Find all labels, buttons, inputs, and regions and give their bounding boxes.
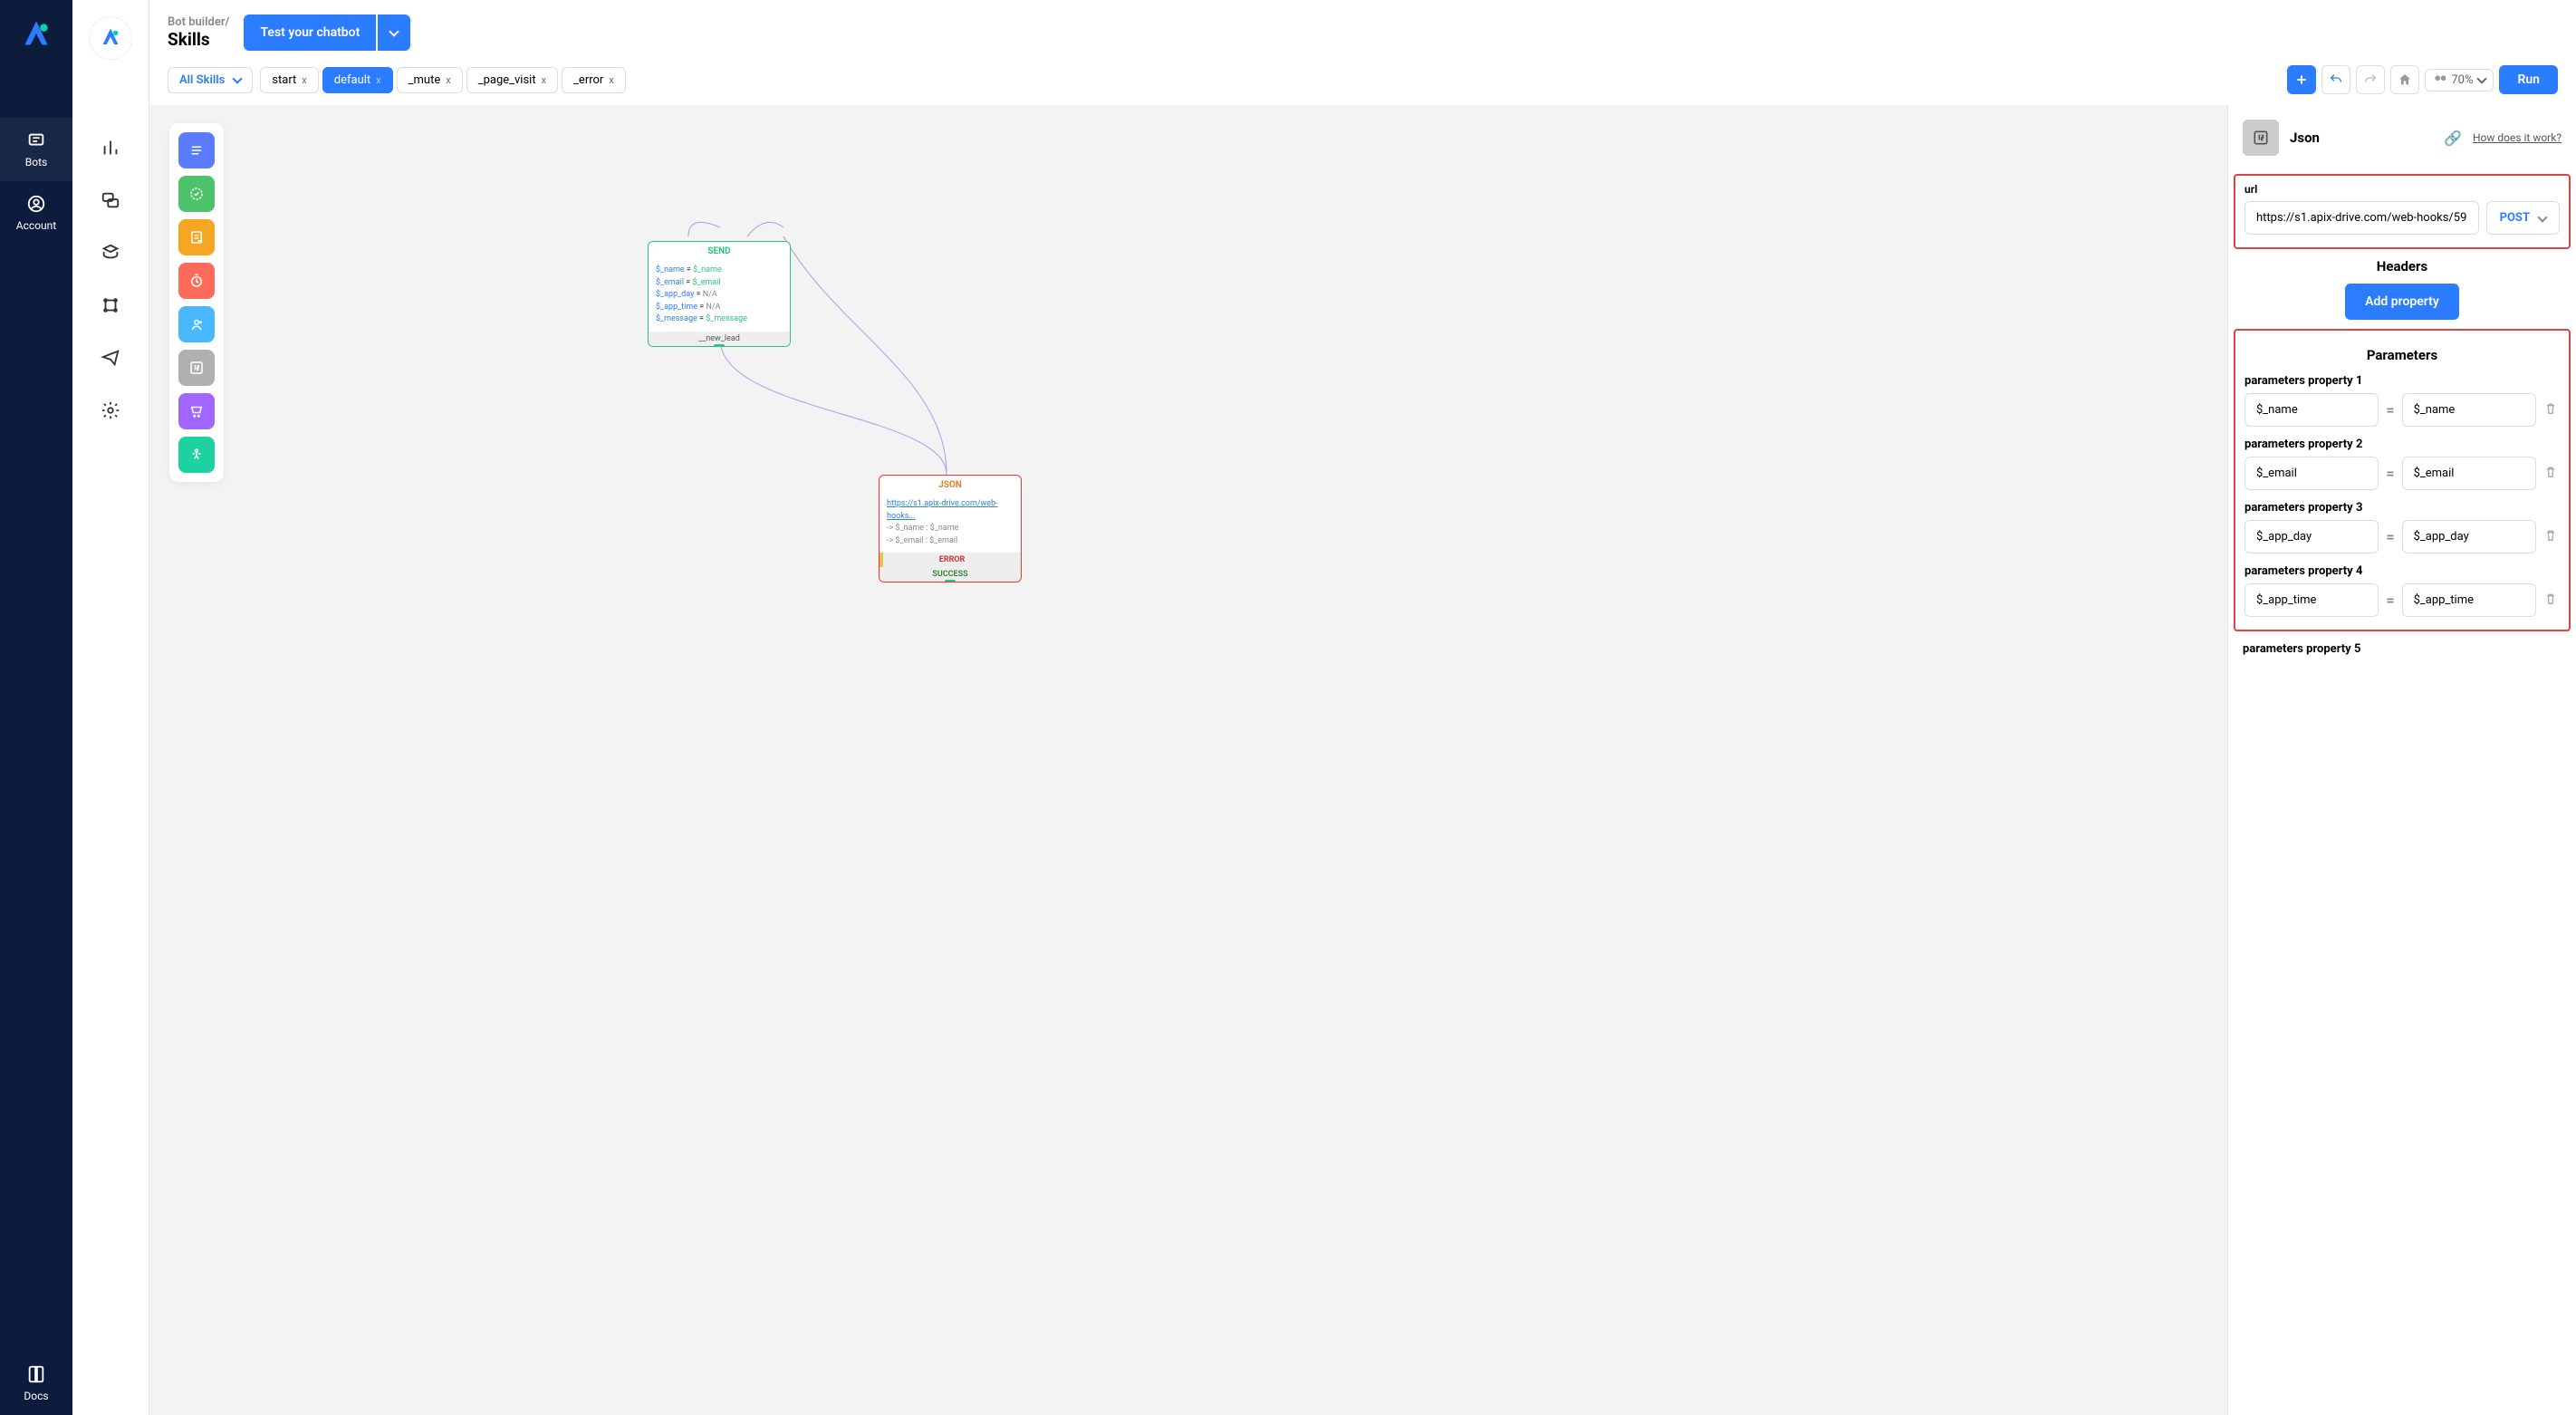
tab-_mute[interactable]: _mutex	[397, 67, 463, 93]
breadcrumb: Bot builder/	[168, 15, 229, 29]
logo-primary	[17, 16, 55, 54]
side-panel: Json 🔗 How does it work? url POST	[2227, 105, 2576, 1415]
nav-broadcast[interactable]	[101, 333, 120, 386]
param-value-2[interactable]	[2402, 457, 2536, 490]
param-key-2[interactable]	[2244, 457, 2379, 490]
palette-cart[interactable]	[178, 393, 215, 429]
param-label-1: parameters property 1	[2244, 374, 2560, 388]
param-label-2: parameters property 2	[2244, 438, 2560, 451]
headers-title: Headers	[2243, 258, 2562, 274]
tab-start[interactable]: startx	[260, 67, 318, 93]
parameters-title: Parameters	[2244, 347, 2560, 363]
method-value: POST	[2500, 211, 2530, 225]
param-value-4[interactable]	[2402, 583, 2536, 617]
param-label-3: parameters property 3	[2244, 501, 2560, 515]
param5-label: parameters property 5	[2243, 642, 2562, 656]
tab-default[interactable]: defaultx	[322, 67, 393, 93]
nav-account[interactable]: Account	[0, 181, 72, 245]
node-json-error: ERROR	[879, 553, 1021, 567]
param-value-3[interactable]	[2402, 520, 2536, 553]
node-json-url: https://s1.apix-drive.com/web-hooks...	[887, 498, 1014, 523]
url-label: url	[2244, 183, 2560, 196]
param-delete-1[interactable]	[2543, 401, 2560, 419]
test-chatbot-button[interactable]: Test your chatbot	[244, 14, 376, 51]
skills-filter-label: All Skills	[179, 73, 225, 87]
node-send-title: SEND	[649, 242, 790, 261]
run-button[interactable]: Run	[2499, 65, 2558, 94]
param-label-4: parameters property 4	[2244, 564, 2560, 578]
url-input[interactable]	[2244, 201, 2479, 235]
palette-run[interactable]	[178, 437, 215, 473]
palette-check[interactable]	[178, 176, 215, 212]
zoom-control[interactable]: 70%	[2425, 69, 2494, 91]
tab-_error[interactable]: _errorx	[562, 67, 626, 93]
param-key-4[interactable]	[2244, 583, 2379, 617]
nav-docs-label: Docs	[24, 1390, 48, 1402]
panel-title: Json	[2290, 130, 2433, 146]
palette-json[interactable]	[178, 350, 215, 386]
nav-flow[interactable]	[101, 281, 120, 333]
param-value-1[interactable]	[2402, 393, 2536, 427]
node-send[interactable]: SEND $_name = $_name$_email = $_email$_a…	[648, 241, 791, 347]
help-link[interactable]: How does it work?	[2473, 131, 2562, 144]
palette-user[interactable]	[178, 306, 215, 342]
nav-analytics[interactable]	[101, 123, 120, 176]
test-chatbot-dropdown[interactable]	[378, 14, 410, 51]
page-header: Bot builder/ Skills Test your chatbot	[149, 0, 2576, 65]
nav-account-label: Account	[16, 219, 56, 232]
home-button[interactable]	[2390, 65, 2419, 94]
page-title: Skills	[168, 29, 229, 50]
node-json-success: SUCCESS	[879, 567, 1021, 582]
node-json[interactable]: JSON https://s1.apix-drive.com/web-hooks…	[879, 475, 1022, 582]
nav-bots[interactable]: Bots	[0, 118, 72, 181]
palette-timer[interactable]	[178, 263, 215, 299]
palette-list[interactable]	[178, 219, 215, 255]
add-property-button[interactable]: Add property	[2345, 284, 2459, 320]
skills-filter[interactable]: All Skills	[168, 67, 253, 93]
palette-text[interactable]	[178, 132, 215, 168]
nav-conversations[interactable]	[101, 176, 120, 228]
method-select[interactable]: POST	[2486, 201, 2560, 235]
nav-docs[interactable]: Docs	[0, 1352, 72, 1415]
node-json-title: JSON	[879, 476, 1021, 495]
tab-_page_visit[interactable]: _page_visitx	[466, 67, 558, 93]
logo-secondary	[89, 16, 132, 60]
parameters-section: Parameters parameters property 1=paramet…	[2234, 329, 2571, 631]
toolbar: All Skills startxdefaultx_mutex_page_vis…	[149, 65, 2576, 105]
nav-training[interactable]	[101, 228, 120, 281]
link-icon: 🔗	[2444, 130, 2462, 147]
undo-button[interactable]	[2321, 65, 2350, 94]
node-send-footer: __new_lead	[649, 332, 790, 346]
node-palette	[169, 123, 224, 482]
param-key-1[interactable]	[2244, 393, 2379, 427]
nav-bots-label: Bots	[25, 156, 47, 168]
nav-settings[interactable]	[101, 386, 120, 438]
redo-button[interactable]	[2356, 65, 2385, 94]
param-delete-4[interactable]	[2543, 592, 2560, 610]
json-icon	[2243, 120, 2279, 156]
canvas[interactable]: SEND $_name = $_name$_email = $_email$_a…	[149, 105, 2227, 1415]
zoom-value: 70%	[2451, 73, 2473, 87]
param-delete-2[interactable]	[2543, 465, 2560, 483]
param-delete-3[interactable]	[2543, 528, 2560, 546]
url-section: url POST	[2234, 174, 2571, 249]
nav-secondary	[72, 0, 149, 1415]
add-button[interactable]	[2287, 65, 2316, 94]
param-key-3[interactable]	[2244, 520, 2379, 553]
nav-primary: Bots Account Docs	[0, 0, 72, 1415]
